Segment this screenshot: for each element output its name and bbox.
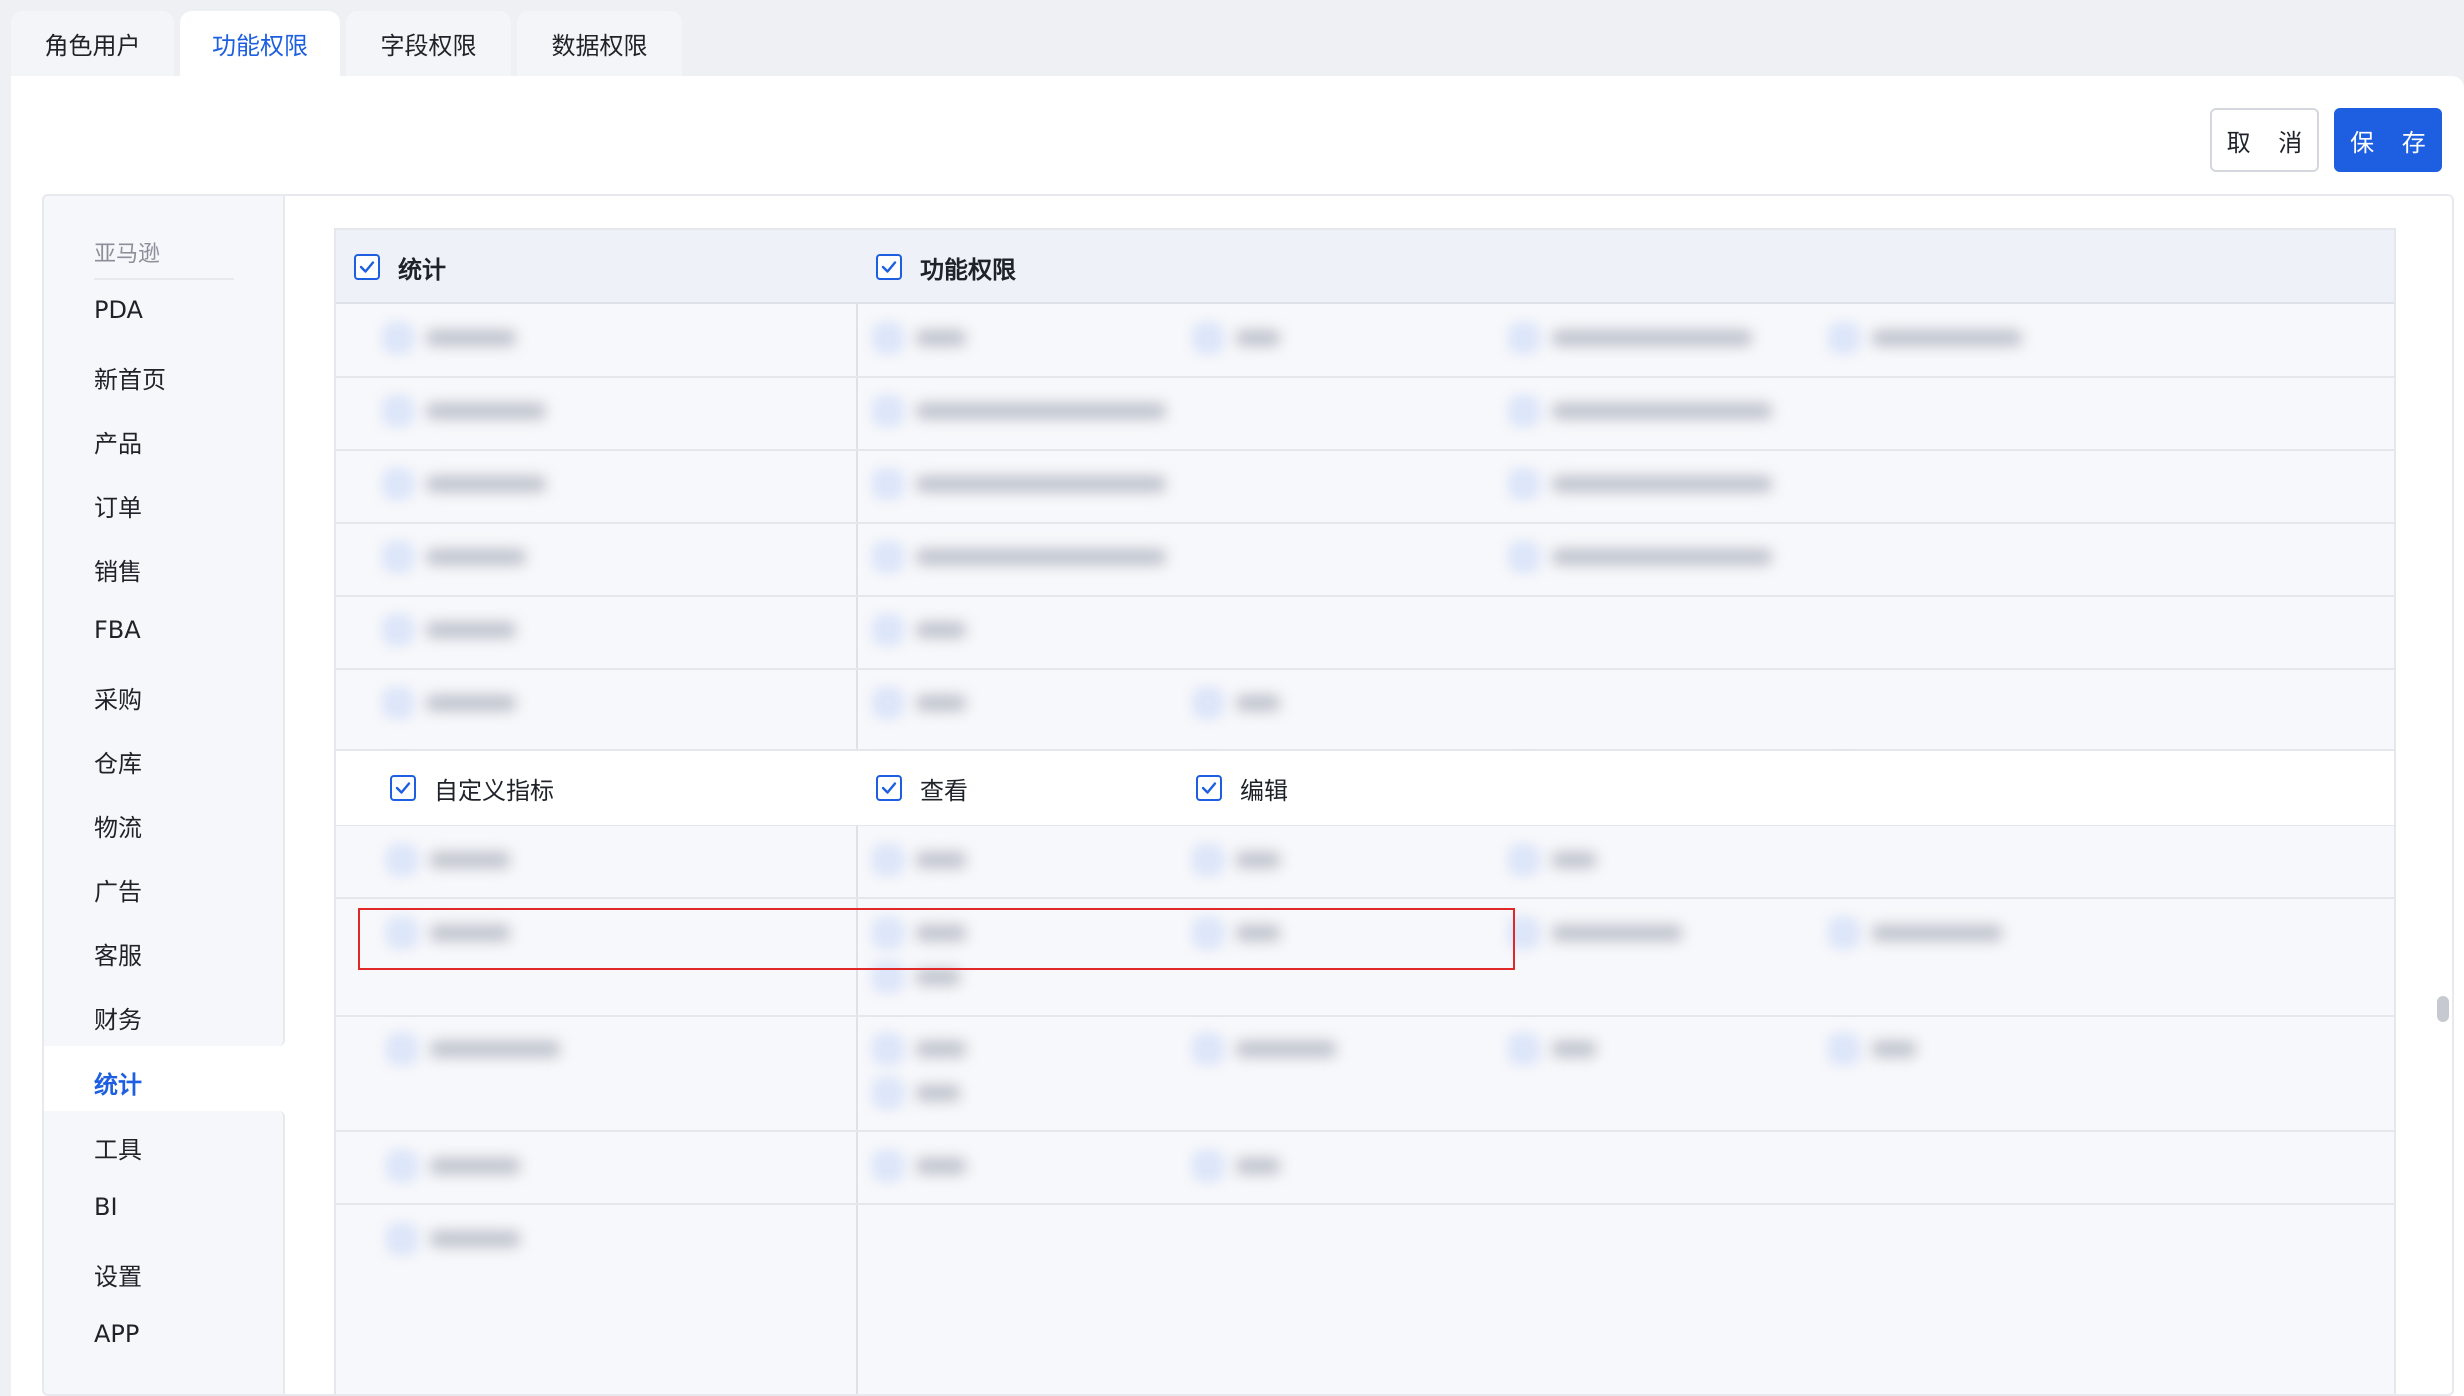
view-label: 查看 — [920, 776, 968, 805]
sidebar-item-bi[interactable]: BI — [94, 1193, 118, 1221]
view-checkbox[interactable] — [876, 775, 902, 801]
sidebar-item-order[interactable]: 订单 — [94, 488, 142, 523]
header-module-label: 统计 — [398, 255, 446, 284]
sidebar-group-title: 亚马逊 — [94, 236, 234, 280]
highlight-annotation — [358, 908, 1515, 970]
cancel-button[interactable]: 取 消 — [2210, 108, 2319, 172]
custom-metrics-module-cell: 自定义指标 — [390, 751, 554, 825]
edit-checkbox[interactable] — [1196, 775, 1222, 801]
table-row — [336, 1017, 2394, 1130]
sidebar-item-fba[interactable]: FBA — [94, 616, 141, 644]
custom-metrics-label: 自定义指标 — [434, 776, 554, 805]
sidebar-item-ads[interactable]: 广告 — [94, 872, 142, 907]
sidebar-item-sales[interactable]: 销售 — [94, 552, 142, 587]
sidebar-item-app[interactable]: APP — [94, 1320, 139, 1348]
table-row — [336, 596, 2394, 669]
table-header: 统计 功能权限 — [336, 230, 2394, 304]
header-permission-checkbox[interactable] — [876, 254, 902, 280]
header-permission-label: 功能权限 — [920, 255, 1016, 284]
sidebar-item-pda[interactable]: PDA — [94, 296, 143, 324]
table-row — [336, 669, 2394, 788]
sidebar-item-tools[interactable]: 工具 — [94, 1130, 142, 1165]
module-sidebar: 亚马逊 PDA 新首页 产品 订单 销售 FBA 采购 仓库 物流 广告 客服 … — [44, 196, 285, 1394]
tab-bar: 角色用户 功能权限 字段权限 数据权限 — [11, 11, 682, 76]
permission-edit-cell: 编辑 — [1196, 751, 1288, 825]
tab-data-permissions[interactable]: 数据权限 — [517, 11, 682, 76]
tab-role-users[interactable]: 角色用户 — [11, 11, 174, 76]
sidebar-item-customer-service[interactable]: 客服 — [94, 936, 142, 971]
header-module-cell: 统计 — [354, 230, 446, 304]
table-row — [336, 826, 2394, 898]
table-row — [336, 304, 2394, 377]
custom-metrics-checkbox[interactable] — [390, 775, 416, 801]
table-row — [336, 523, 2394, 596]
sidebar-item-finance[interactable]: 财务 — [94, 1000, 142, 1035]
save-button[interactable]: 保 存 — [2334, 108, 2442, 172]
table-row — [336, 377, 2394, 450]
table-row — [336, 1205, 2394, 1277]
permission-view-cell: 查看 — [876, 751, 968, 825]
vertical-scrollbar[interactable] — [2437, 996, 2449, 1022]
permission-table: 统计 功能权限 自定义指标 查看 编辑 — [334, 228, 2396, 1394]
table-row — [336, 1132, 2394, 1204]
table-row — [336, 450, 2394, 523]
sidebar-item-purchase[interactable]: 采购 — [94, 680, 142, 715]
header-module-checkbox[interactable] — [354, 254, 380, 280]
edit-label: 编辑 — [1240, 776, 1288, 805]
sidebar-item-warehouse[interactable]: 仓库 — [94, 744, 142, 779]
sidebar-item-logistics[interactable]: 物流 — [94, 808, 142, 843]
sidebar-item-statistics[interactable]: 统计 — [94, 1065, 142, 1100]
permission-panel: 取 消 保 存 亚马逊 PDA 新首页 产品 订单 销售 FBA 采购 仓库 物… — [11, 76, 2464, 1396]
tab-field-permissions[interactable]: 字段权限 — [346, 11, 511, 76]
permission-content: 亚马逊 PDA 新首页 产品 订单 销售 FBA 采购 仓库 物流 广告 客服 … — [42, 194, 2454, 1396]
sidebar-item-product[interactable]: 产品 — [94, 424, 142, 459]
tab-function-permissions[interactable]: 功能权限 — [180, 11, 340, 76]
sidebar-item-new-home[interactable]: 新首页 — [94, 360, 166, 395]
header-permission-cell: 功能权限 — [876, 230, 1016, 304]
table-row-custom-metrics: 自定义指标 查看 编辑 — [336, 751, 2394, 825]
sidebar-item-settings[interactable]: 设置 — [94, 1257, 142, 1292]
